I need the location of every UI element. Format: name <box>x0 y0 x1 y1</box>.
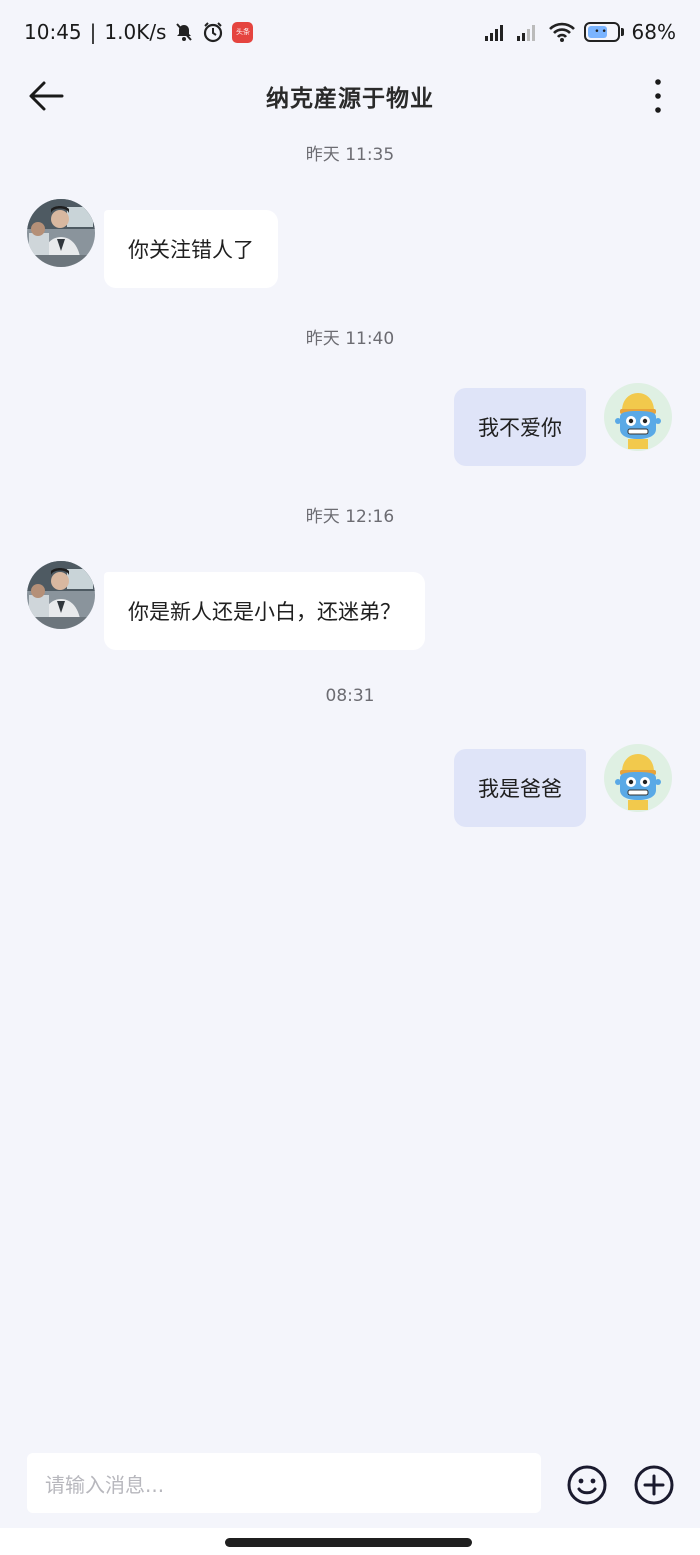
status-time: 10:45 <box>24 20 82 44</box>
signal-icon-2 <box>516 25 535 41</box>
incoming-message-bubble[interactable]: 你是新人还是小白，还迷弟？ <box>104 572 425 650</box>
message-timestamp: 昨天 11:40 <box>305 329 395 349</box>
message-text: 我是爸爸 <box>478 777 562 801</box>
message-text: 我不爱你 <box>478 416 562 440</box>
status-divider: | <box>89 20 97 44</box>
message-input-placeholder: 请输入消息... <box>45 1472 165 1497</box>
alarm-icon <box>204 22 223 43</box>
contact-avatar[interactable] <box>27 199 95 267</box>
message-input[interactable]: 请输入消息... <box>27 1453 541 1513</box>
home-indicator[interactable] <box>225 1538 472 1547</box>
signal-icon <box>484 25 503 41</box>
outgoing-message-bubble[interactable]: 我不爱你 <box>454 388 586 466</box>
chat-header: 纳克産源于物业 <box>0 64 700 128</box>
battery-icon: •• <box>583 22 620 42</box>
network-speed: 1.0K/s <box>104 20 167 44</box>
message-timestamp: 08:31 <box>325 686 375 706</box>
my-avatar[interactable] <box>604 383 672 451</box>
toutiao-badge-text: 头条 <box>235 28 250 36</box>
outgoing-message-bubble[interactable]: 我是爸爸 <box>454 749 586 827</box>
chat-screen: 10:45 | 1.0K/s 头条 •• 68% 纳克産源于物业 昨天 11:3… <box>0 0 700 1555</box>
back-arrow-icon[interactable] <box>26 78 66 114</box>
plus-circle-icon[interactable] <box>633 1464 675 1506</box>
message-timestamp: 昨天 11:35 <box>305 145 395 165</box>
wifi-icon <box>548 22 575 42</box>
toutiao-app-icon: 头条 <box>232 21 254 43</box>
smiley-icon[interactable] <box>566 1464 608 1506</box>
message-text: 你是新人还是小白，还迷弟？ <box>128 600 401 624</box>
message-timestamp: 昨天 12:16 <box>305 507 395 527</box>
contact-avatar[interactable] <box>27 561 95 629</box>
chat-title: 纳克産源于物业 <box>266 86 434 112</box>
battery-percent: 68% <box>631 20 676 44</box>
message-text: 你关注错人了 <box>128 238 254 262</box>
my-avatar[interactable] <box>604 744 672 812</box>
mute-bell-icon <box>176 23 193 41</box>
status-bar: 10:45 | 1.0K/s 头条 •• 68% <box>0 0 700 64</box>
more-vertical-icon[interactable] <box>646 74 670 118</box>
incoming-message-bubble[interactable]: 你关注错人了 <box>104 210 278 288</box>
